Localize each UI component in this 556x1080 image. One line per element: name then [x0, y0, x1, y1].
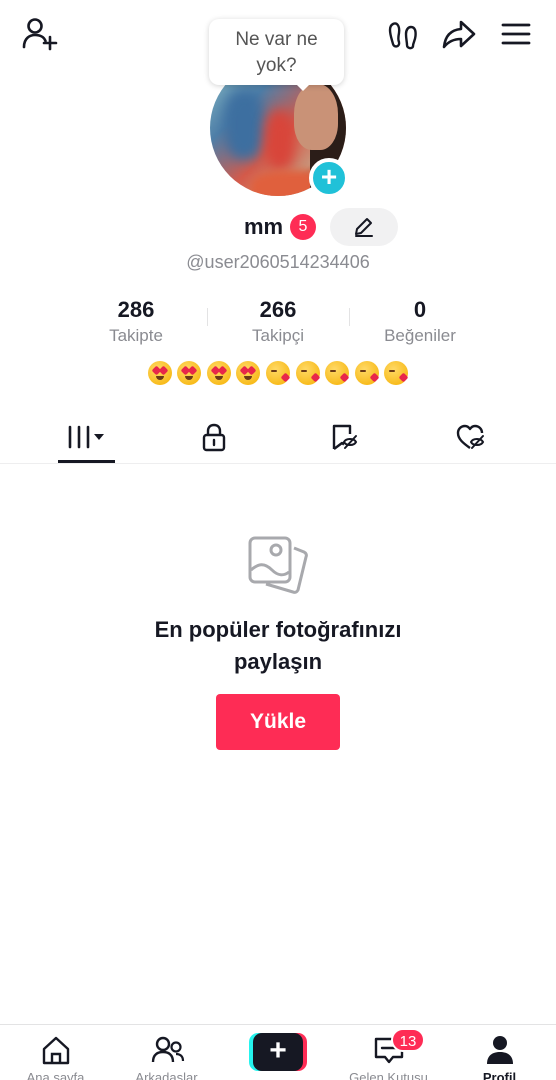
friends-icon [151, 1036, 184, 1063]
bookmark-hidden-icon [332, 424, 357, 450]
heart-eyes-emoji-icon [236, 361, 261, 385]
share-arrow-icon [442, 20, 476, 49]
status-bubble-tail [295, 83, 311, 91]
add-friend-button[interactable] [20, 16, 60, 52]
nav-inbox[interactable]: Gelen Kutusu [333, 1025, 444, 1080]
status-bubble-line1: Ne var ne [235, 29, 318, 50]
kissing-heart-emoji-icon [325, 361, 350, 385]
stat-likes-value: 0 [413, 297, 427, 322]
person-plus-icon [22, 18, 58, 51]
stat-followers[interactable]: 266 Takipçi [207, 296, 349, 347]
kissing-heart-emoji-icon [354, 361, 379, 385]
nav-profile[interactable]: Profil [444, 1025, 555, 1080]
stat-following-value: 286 [117, 297, 155, 322]
share-button[interactable] [440, 16, 478, 52]
add-story-plus-icon[interactable]: + [309, 158, 349, 198]
tab-liked[interactable] [401, 410, 540, 464]
empty-state-title: En popüler fotoğrafınızı paylaşın [0, 614, 556, 678]
photos-icon [246, 534, 310, 603]
heart-eyes-emoji-icon [147, 361, 172, 385]
stat-following[interactable]: 286 Takipte [65, 296, 207, 347]
name-row: mm 5 [0, 208, 556, 246]
edit-profile-button[interactable] [330, 208, 398, 246]
stat-following-label: Takipte [109, 326, 163, 345]
nav-home-label: Ana sayfa [26, 1070, 85, 1080]
kissing-heart-emoji-icon [384, 361, 409, 385]
inbox-count-badge: 13 [391, 1028, 425, 1052]
nav-friends[interactable]: Arkadaşlar [111, 1025, 222, 1080]
profile-handle: @user2060514234406 [186, 252, 370, 272]
stat-followers-label: Takipçi [252, 326, 304, 345]
stat-followers-value: 266 [259, 297, 297, 322]
nav-profile-label: Profil [482, 1070, 517, 1080]
bio-emojis [0, 361, 556, 391]
lock-icon [202, 423, 225, 452]
status-bubble[interactable]: Ne var ne yok? [209, 19, 344, 85]
menu-button[interactable] [498, 18, 534, 50]
kissing-heart-emoji-icon [266, 361, 290, 385]
create-button[interactable]: + [249, 1033, 307, 1071]
nav-home[interactable]: Ana sayfa [0, 1025, 111, 1080]
bottom-nav: Ana sayfa Arkadaşlar + Gelen Kutusu Prof… [0, 1024, 556, 1080]
stat-likes-label: Beğeniler [384, 326, 456, 345]
tab-videos[interactable] [17, 410, 156, 464]
content-tabs [0, 410, 556, 464]
profile-username: mm [244, 214, 284, 239]
profile-icon [486, 1036, 513, 1064]
tab-private[interactable] [144, 410, 283, 464]
footprints-icon [388, 22, 417, 50]
heart-hidden-icon [456, 424, 484, 449]
empty-state-title-line2: paylaşın [233, 649, 323, 674]
heart-eyes-emoji-icon [206, 361, 231, 385]
upload-button[interactable]: Yükle [216, 694, 340, 750]
active-tab-indicator [58, 460, 115, 463]
nav-inbox-label: Gelen Kutusu [349, 1070, 428, 1080]
tab-saved[interactable] [274, 410, 413, 464]
create-plus-icon: + [253, 1033, 303, 1071]
heart-eyes-emoji-icon [177, 361, 202, 385]
empty-state-title-line1: En popüler fotoğrafınızı [154, 617, 402, 642]
hamburger-menu-icon [501, 23, 531, 45]
stats-row: 286 Takipte 266 Takipçi 0 Beğeniler [65, 296, 491, 348]
footprints-button[interactable] [386, 18, 420, 52]
status-bubble-line2: yok? [256, 55, 297, 76]
nav-friends-label: Arkadaşlar [135, 1070, 198, 1080]
pencil-icon [355, 218, 373, 237]
kissing-heart-emoji-icon [295, 361, 320, 385]
home-icon [42, 1036, 69, 1065]
stat-likes[interactable]: 0 Beğeniler [349, 296, 491, 347]
grid-menu-icon [68, 425, 104, 449]
username-badge[interactable]: 5 [290, 214, 316, 240]
